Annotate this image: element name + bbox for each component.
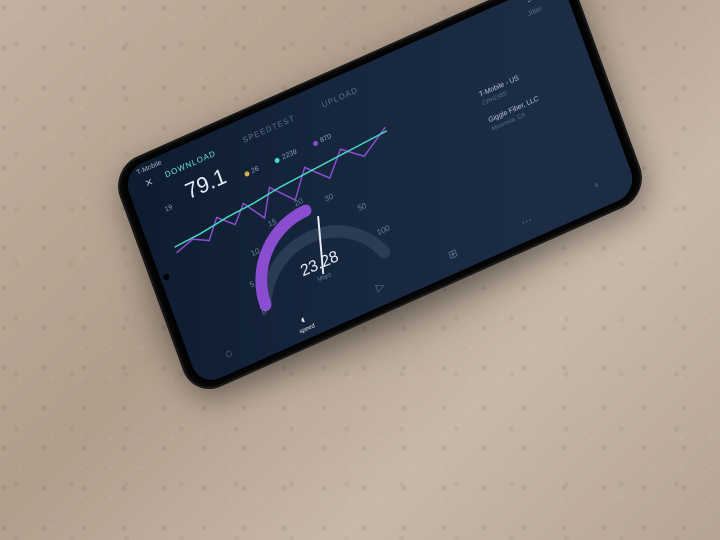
grid-icon: ⊞ bbox=[446, 246, 459, 262]
nav-more[interactable]: ⋯ bbox=[520, 213, 537, 235]
nav-speed[interactable]: ◐ speed bbox=[294, 311, 315, 336]
jitter-label: Jitter bbox=[527, 5, 543, 18]
metric-3: 870 bbox=[319, 133, 332, 144]
tick-6: 50 bbox=[356, 201, 368, 213]
nav-map[interactable]: ⊞ bbox=[446, 246, 461, 268]
tick-5: 30 bbox=[323, 191, 335, 203]
front-camera bbox=[162, 273, 170, 281]
network-badge: 5GUC bbox=[526, 0, 546, 4]
leading-metric: 19 bbox=[164, 204, 174, 214]
play-icon: ▷ bbox=[374, 279, 386, 295]
close-icon[interactable]: ✕ bbox=[144, 176, 156, 190]
provider-panel: T-Mobile - US CPH2389 Giggle Fiber, LLC … bbox=[478, 68, 544, 135]
nav-video[interactable]: ▷ bbox=[374, 279, 388, 300]
more-icon: ⋯ bbox=[520, 213, 535, 230]
ping-value: 26 bbox=[250, 165, 260, 175]
nav-home[interactable]: ⌂ bbox=[224, 346, 237, 367]
home-icon: ⌂ bbox=[224, 346, 234, 360]
nav-right-value: 6 bbox=[594, 183, 604, 202]
